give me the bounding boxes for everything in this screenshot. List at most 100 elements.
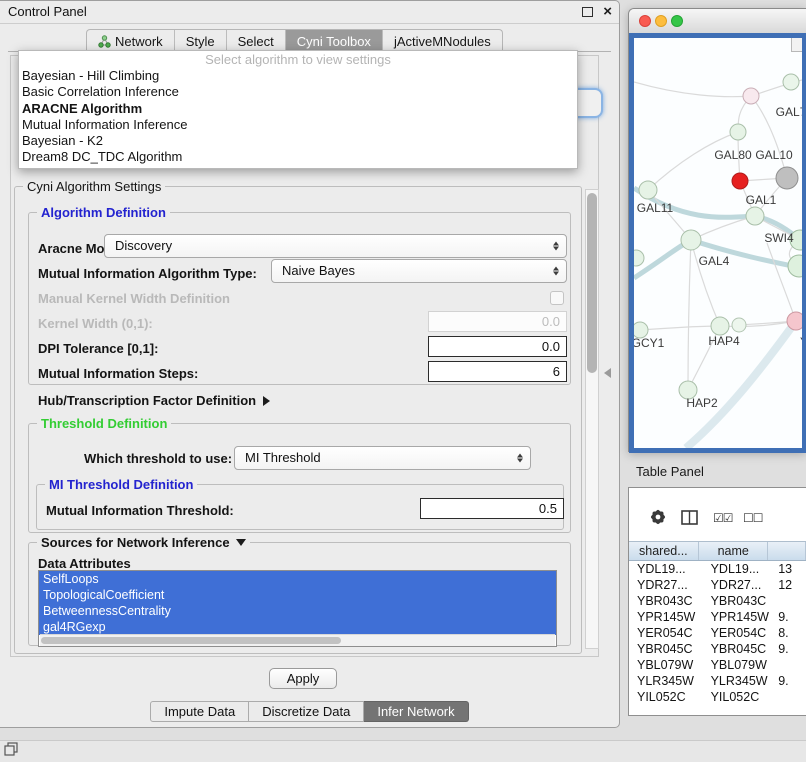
scrollbar-thumb[interactable] — [41, 637, 341, 644]
network-node[interactable] — [732, 318, 746, 332]
table-cell: 13 — [776, 561, 806, 577]
close-traffic-light[interactable] — [639, 15, 651, 27]
table-cell: YDR27... — [703, 577, 777, 593]
dropdown-options: Bayesian - Hill ClimbingBasic Correlatio… — [19, 68, 577, 166]
mi-type-select[interactable]: Naive Bayes — [271, 259, 567, 283]
network-node[interactable] — [732, 173, 748, 189]
network-view-window: GAL7GAL80GAL10GAL11GAL1SWI4GAL4GCY1HAP4Y… — [628, 8, 806, 452]
network-node[interactable] — [776, 167, 798, 189]
network-node[interactable] — [743, 88, 759, 104]
aracne-mode-select[interactable]: Discovery — [104, 234, 567, 258]
hub-definition-label: Hub/Transcription Factor Definition — [38, 393, 256, 408]
tab-select[interactable]: Select — [226, 30, 285, 52]
network-node[interactable] — [681, 230, 701, 250]
tab-jactivemnodules[interactable]: jActiveMNodules — [382, 30, 502, 52]
mi-steps-field[interactable]: 6 — [428, 361, 567, 382]
dpi-tolerance-field[interactable]: 0.0 — [428, 336, 567, 357]
column-header-name[interactable]: name — [699, 542, 768, 560]
table-row[interactable]: YER054CYER054C8. — [629, 625, 806, 641]
network-node[interactable] — [787, 312, 802, 330]
bottom-tab-impute-data[interactable]: Impute Data — [150, 701, 249, 722]
sources-toggle[interactable]: Sources for Network Inference — [37, 535, 250, 550]
table-cell: YIL052C — [629, 689, 703, 705]
network-node[interactable] — [746, 207, 764, 225]
network-edge — [686, 321, 796, 448]
bottom-tab-discretize-data[interactable]: Discretize Data — [249, 701, 364, 722]
data-attributes-list[interactable]: SelfLoopsTopologicalCoefficientBetweenne… — [38, 570, 557, 647]
horizontal-scrollbar[interactable] — [40, 634, 555, 646]
canvas-corner — [791, 38, 802, 52]
combo-arrows-icon — [553, 266, 559, 277]
table-row[interactable]: YIL052CYIL052C — [629, 689, 806, 705]
chevron-right-icon — [263, 396, 270, 406]
tab-style[interactable]: Style — [174, 30, 226, 52]
bottom-tab-infer-network[interactable]: Infer Network — [364, 701, 468, 722]
deselect-all-icon[interactable]: ☐☐ — [743, 511, 763, 525]
table-cell — [776, 657, 806, 673]
network-canvas[interactable]: GAL7GAL80GAL10GAL11GAL1SWI4GAL4GCY1HAP4Y… — [634, 38, 802, 448]
manual-kernel-checkbox[interactable] — [550, 291, 564, 305]
algorithm-option-basic-correlation-inference[interactable]: Basic Correlation Inference — [19, 84, 577, 100]
mi-threshold-field[interactable]: 0.5 — [420, 498, 564, 519]
which-threshold-select[interactable]: MI Threshold — [234, 446, 531, 470]
control-panel-titlebar[interactable]: Control Panel × — [0, 1, 619, 24]
select-all-icon[interactable]: ☑☑ — [713, 511, 733, 525]
panel-collapse-arrow[interactable] — [604, 368, 611, 378]
table-row[interactable]: YPR145WYPR145W9. — [629, 609, 806, 625]
network-node[interactable] — [783, 74, 799, 90]
network-node[interactable] — [634, 250, 644, 266]
mi-type-label: Mutual Information Algorithm Type: — [38, 266, 257, 282]
tab-cyni-toolbox[interactable]: Cyni Toolbox — [285, 30, 382, 52]
minimize-traffic-light[interactable] — [655, 15, 667, 27]
zoom-traffic-light[interactable] — [671, 15, 683, 27]
vertical-scrollbar[interactable] — [585, 189, 599, 649]
network-edge — [688, 240, 691, 390]
table-panel-window: ☑☑ ☐☐ shared...name YDL19...YDL19...13YD… — [628, 487, 806, 716]
network-edge — [634, 82, 751, 97]
table-cell: YLR345W — [703, 673, 777, 689]
attribute-item-topologicalcoefficient[interactable]: TopologicalCoefficient — [39, 587, 556, 603]
column-header-2[interactable] — [768, 542, 806, 560]
close-icon[interactable]: × — [603, 2, 612, 22]
network-node-label: GAL7 — [776, 105, 802, 119]
restore-panel-icon[interactable] — [4, 742, 18, 756]
bottom-tabbar: Impute DataDiscretize DataInfer Network — [0, 701, 619, 722]
network-window-titlebar[interactable] — [629, 9, 806, 34]
algorithm-option-aracne-algorithm[interactable]: ARACNE Algorithm — [19, 101, 577, 117]
columns-icon[interactable] — [681, 510, 698, 525]
network-node-label: GAL1 — [746, 193, 777, 207]
attribute-item-gal4rgexp[interactable]: gal4RGexp — [39, 619, 556, 635]
column-header-shared[interactable]: shared... — [629, 542, 699, 560]
attribute-item-selfloops[interactable]: SelfLoops — [39, 571, 556, 587]
desktop: Control Panel × NetworkStyleSelectCyni T… — [0, 0, 806, 762]
network-node-label: GCY1 — [634, 336, 665, 350]
network-icon — [98, 35, 111, 48]
network-node[interactable] — [639, 181, 657, 199]
algorithm-option-mutual-information-inference[interactable]: Mutual Information Inference — [19, 117, 577, 133]
table-cell: YER054C — [629, 625, 703, 641]
network-node[interactable] — [711, 317, 729, 335]
table-row[interactable]: YDR27...YDR27...12 — [629, 577, 806, 593]
chevron-down-icon — [236, 539, 246, 546]
tab-network[interactable]: Network — [87, 30, 174, 52]
float-window-icon[interactable] — [582, 7, 593, 17]
table-row[interactable]: YBR043CYBR043C — [629, 593, 806, 609]
table-row[interactable]: YBL079WYBL079W — [629, 657, 806, 673]
table-row[interactable]: YDL19...YDL19...13 — [629, 561, 806, 577]
mi-threshold-label: Mutual Information Threshold: — [46, 503, 234, 519]
table-row[interactable]: YLR345WYLR345W9. — [629, 673, 806, 689]
table-cell: YBR043C — [703, 593, 777, 609]
gear-icon[interactable] — [649, 508, 667, 526]
kernel-width-field[interactable]: 0.0 — [428, 311, 567, 332]
algorithm-option-dream8-dc-tdc-algorithm[interactable]: Dream8 DC_TDC Algorithm — [19, 149, 577, 165]
table-cell: YER054C — [703, 625, 777, 641]
attribute-item-betweennesscentrality[interactable]: BetweennessCentrality — [39, 603, 556, 619]
hub-definition-toggle[interactable]: Hub/Transcription Factor Definition — [38, 393, 270, 409]
algorithm-option-bayesian-hill-climbing[interactable]: Bayesian - Hill Climbing — [19, 68, 577, 84]
algorithm-option-bayesian-k2[interactable]: Bayesian - K2 — [19, 133, 577, 149]
apply-button[interactable]: Apply — [269, 668, 337, 689]
network-node[interactable] — [730, 124, 746, 140]
scrollbar-thumb[interactable] — [587, 193, 597, 373]
table-row[interactable]: YBR045CYBR045C9. — [629, 641, 806, 657]
sources-label: Sources for Network Inference — [41, 535, 230, 550]
